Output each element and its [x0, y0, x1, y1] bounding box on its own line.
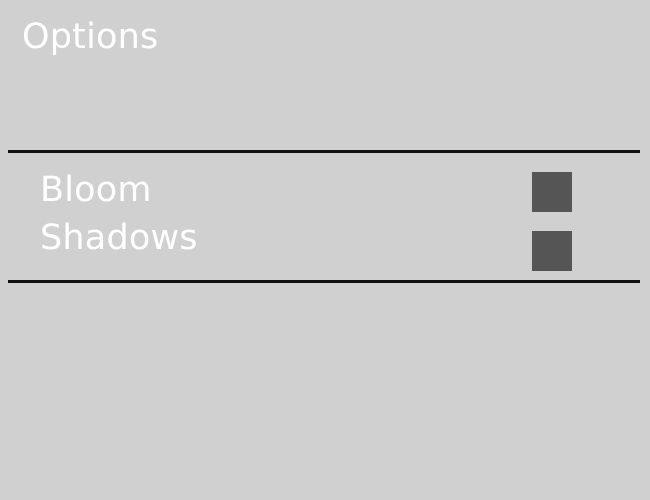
options-title: Options — [22, 17, 159, 57]
shadows-option-label: Shadows — [40, 218, 198, 258]
bottom-divider — [8, 280, 640, 283]
top-divider — [8, 150, 640, 153]
shadows-checkbox[interactable] — [532, 231, 572, 271]
bloom-option-label: Bloom — [40, 170, 152, 210]
bloom-checkbox[interactable] — [532, 172, 572, 212]
